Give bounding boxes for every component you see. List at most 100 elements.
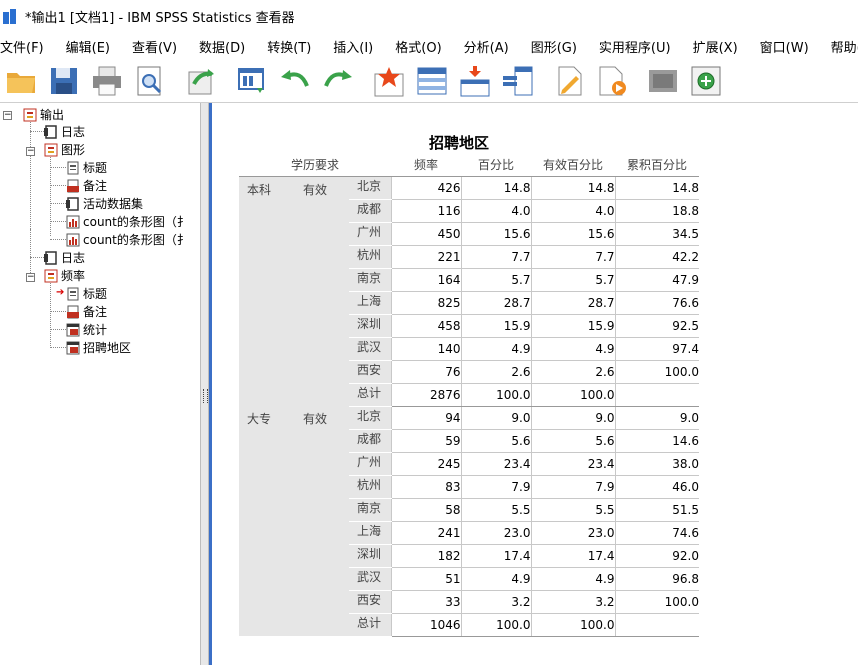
menu-data[interactable]: 数据(D) [199, 37, 251, 56]
valid-percent-cell: 4.9 [530, 337, 615, 361]
log-icon [66, 197, 80, 211]
city-label: 北京 [349, 176, 391, 200]
title-icon [66, 287, 80, 301]
city-label: 上海 [349, 291, 391, 315]
city-label: 成都 [349, 429, 391, 453]
tree-node-label: count的条形图（扌 [83, 215, 189, 229]
valid-percent-cell: 3.2 [530, 590, 615, 614]
valid-label: 有效 [295, 406, 349, 636]
go-to-variable-icon[interactable] [458, 64, 492, 98]
redo-icon[interactable] [321, 64, 355, 98]
menu-transform[interactable]: 转换(T) [267, 37, 317, 56]
menu-extensions[interactable]: 扩展(X) [693, 37, 744, 56]
tree-node-active-dataset[interactable]: 活动数据集 [66, 196, 143, 212]
menu-edit[interactable]: 编辑(E) [66, 37, 116, 56]
spss-app-icon [3, 8, 19, 25]
menu-graphs[interactable]: 图形(G) [531, 37, 583, 56]
menu-format[interactable]: 格式(O) [395, 37, 447, 56]
tree-node-label: 备注 [83, 179, 108, 193]
tree-node-output[interactable]: 输出 [23, 107, 64, 123]
output-book-icon [44, 269, 58, 283]
variables-icon[interactable] [501, 64, 535, 98]
table-header-row: 学历要求 频率 百分比 有效百分比 累积百分比 [239, 153, 699, 177]
pane-splitter[interactable] [200, 103, 209, 665]
tree-node-log-2[interactable]: 日志 [44, 250, 85, 266]
frequency-cell: 426 [390, 176, 461, 200]
select-icon[interactable] [595, 64, 629, 98]
cumulative-percent-cell: 42.2 [614, 245, 699, 269]
tree-node-log[interactable]: 日志 [44, 124, 85, 140]
valid-percent-cell: 100.0 [530, 383, 615, 407]
menu-insert[interactable]: 插入(I) [333, 37, 379, 56]
tree-node-title[interactable]: 标题 [66, 160, 107, 176]
menu-utilities[interactable]: 实用程序(U) [599, 37, 677, 56]
frequency-cell: 458 [390, 314, 461, 338]
menu-file[interactable]: 文件(F) [0, 37, 50, 56]
frequency-cell: 33 [390, 590, 461, 614]
city-label: 南京 [349, 268, 391, 292]
valid-percent-cell: 4.9 [530, 567, 615, 591]
print-icon[interactable] [90, 64, 124, 98]
percent-cell: 3.2 [460, 590, 531, 614]
recall-dialog-icon[interactable] [235, 64, 269, 98]
cumulative-percent-cell: 34.5 [614, 222, 699, 246]
tree-node-statistics[interactable]: 统计 [66, 322, 107, 338]
save-icon[interactable] [47, 64, 81, 98]
tree-node-notes-2[interactable]: 备注 [66, 304, 107, 320]
menu-window[interactable]: 窗口(W) [760, 37, 815, 56]
percent-cell: 5.5 [460, 498, 531, 522]
tree-node-notes[interactable]: 备注 [66, 178, 107, 194]
tree-node-recruit-region[interactable]: 招聘地区 [66, 340, 131, 356]
open-folder-icon[interactable] [4, 64, 38, 98]
menu-analyze[interactable]: 分析(A) [464, 37, 515, 56]
table-icon [66, 341, 80, 355]
tree-node-title-2[interactable]: 标题 [66, 286, 107, 302]
menu-help[interactable]: 帮助(H) [831, 37, 858, 56]
cumulative-percent-cell [614, 383, 699, 407]
table-title: 招聘地区 [428, 134, 489, 152]
export-icon[interactable] [184, 64, 218, 98]
notes-icon [66, 305, 80, 319]
percent-cell: 14.8 [460, 176, 531, 200]
hide-icon[interactable] [646, 64, 680, 98]
tree-node-label: 图形 [61, 143, 86, 157]
tree-node-label: 标题 [83, 287, 108, 301]
log-icon [44, 251, 58, 265]
city-label: 深圳 [349, 314, 391, 338]
city-label: 北京 [349, 406, 391, 430]
menu-view[interactable]: 查看(V) [132, 37, 183, 56]
header-cumulative-percent: 累积百分比 [615, 153, 699, 177]
city-label: 广州 [349, 222, 391, 246]
valid-percent-cell: 100.0 [530, 613, 615, 637]
percent-cell: 17.4 [460, 544, 531, 568]
expander-output[interactable]: − [3, 111, 12, 120]
tree-node-frequencies[interactable]: 频率 [44, 268, 85, 284]
tree-node-label: 日志 [61, 125, 86, 139]
print-preview-icon[interactable] [133, 64, 167, 98]
tree-node-chart-1[interactable]: count的条形图（扌 [66, 214, 189, 230]
valid-label: 有效 [295, 176, 349, 406]
percent-cell: 5.7 [460, 268, 531, 292]
tree-node-graph[interactable]: 图形 [44, 142, 85, 158]
show-all-icon[interactable] [552, 64, 586, 98]
cumulative-percent-cell: 96.8 [614, 567, 699, 591]
frequency-cell: 116 [390, 199, 461, 223]
undo-icon[interactable] [278, 64, 312, 98]
frequency-cell: 83 [390, 475, 461, 499]
chart-icon [66, 215, 80, 229]
insert-icon[interactable] [689, 64, 723, 98]
valid-percent-cell: 5.5 [530, 498, 615, 522]
notes-icon [66, 179, 80, 193]
expander-graph[interactable]: − [26, 147, 35, 156]
output-book-icon [44, 143, 58, 157]
tree-node-chart-2[interactable]: count的条形图（扌 [66, 232, 189, 248]
valid-percent-cell: 7.9 [530, 475, 615, 499]
city-label: 武汉 [349, 337, 391, 361]
go-to-data-icon[interactable] [372, 64, 406, 98]
expander-frequencies[interactable]: − [26, 273, 35, 282]
frequency-table[interactable]: 学历要求 频率 百分比 有效百分比 累积百分比 本科 有效 北京 426 14.8 14.… [239, 153, 699, 637]
percent-cell: 4.0 [460, 199, 531, 223]
go-to-case-icon[interactable] [415, 64, 449, 98]
tree-node-label: 统计 [83, 323, 108, 337]
current-item-arrow-icon: ➔ [56, 287, 65, 298]
